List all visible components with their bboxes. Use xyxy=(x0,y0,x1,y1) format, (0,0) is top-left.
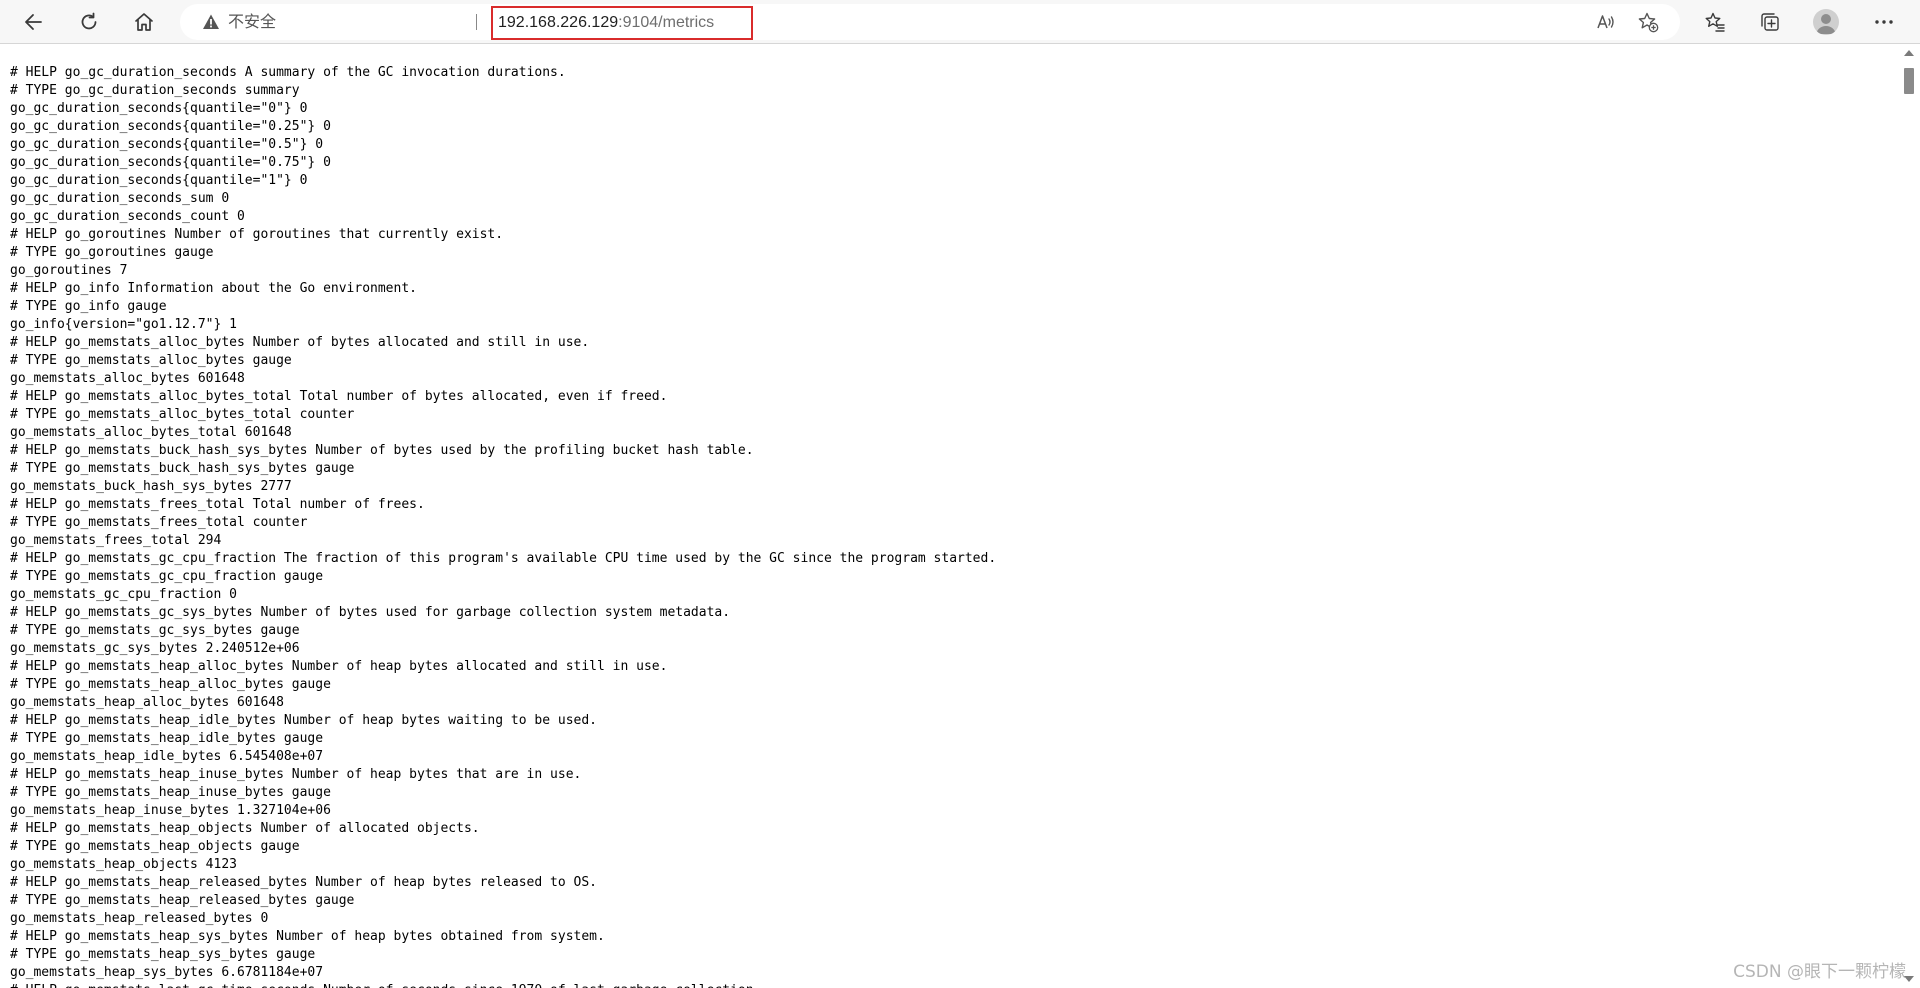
reload-button[interactable] xyxy=(71,4,107,40)
metric-value-line: go_goroutines 7 xyxy=(10,263,128,278)
metric-value-line: go_gc_duration_seconds{quantile="0.75"} … xyxy=(10,155,331,170)
metric-value-line: go_memstats_heap_alloc_bytes 601648 xyxy=(10,695,284,710)
security-status-label[interactable]: 不安全 xyxy=(228,13,276,31)
star-add-icon xyxy=(1638,12,1659,33)
collections-icon xyxy=(1761,13,1779,31)
metric-comment-line: # HELP go_gc_duration_seconds A summary … xyxy=(10,65,566,80)
metric-comment-line: # TYPE go_memstats_frees_total counter xyxy=(10,515,308,530)
metric-value-line: go_gc_duration_seconds_count 0 xyxy=(10,209,245,224)
metric-value-line: go_info{version="go1.12.7"} 1 xyxy=(10,317,237,332)
metric-value-line: go_memstats_heap_idle_bytes 6.545408e+07 xyxy=(10,749,324,764)
vertical-scrollbar[interactable] xyxy=(1898,44,1920,988)
metric-value-line: go_gc_duration_seconds_sum 0 xyxy=(10,191,230,206)
scroll-up-arrow-icon[interactable] xyxy=(1904,50,1914,56)
metric-value-line: go_memstats_frees_total 294 xyxy=(10,533,222,548)
browser-toolbar: 不安全 192.168.226.129:9104/metrics xyxy=(0,0,1920,44)
address-bar[interactable]: 不安全 192.168.226.129:9104/metrics xyxy=(180,4,1680,40)
url-highlight-box[interactable]: 192.168.226.129:9104/metrics xyxy=(491,6,753,40)
metric-comment-line: # HELP go_memstats_heap_idle_bytes Numbe… xyxy=(10,713,597,728)
favorites-button[interactable] xyxy=(1697,4,1733,40)
back-button[interactable] xyxy=(16,4,52,40)
metric-value-line: go_memstats_heap_sys_bytes 6.6781184e+07 xyxy=(10,965,324,980)
metric-comment-line: # TYPE go_memstats_heap_released_bytes g… xyxy=(10,893,355,908)
metric-comment-line: # TYPE go_memstats_heap_sys_bytes gauge xyxy=(10,947,316,962)
metric-comment-line: # TYPE go_goroutines gauge xyxy=(10,245,214,260)
metric-comment-line: # TYPE go_info gauge xyxy=(10,299,167,314)
metric-comment-line: # HELP go_memstats_gc_cpu_fraction The f… xyxy=(10,551,997,566)
metric-value-line: go_memstats_heap_released_bytes 0 xyxy=(10,911,269,926)
metric-value-line: go_gc_duration_seconds{quantile="1"} 0 xyxy=(10,173,308,188)
warning-triangle-icon[interactable] xyxy=(202,13,220,31)
metric-comment-line: # HELP go_memstats_heap_sys_bytes Number… xyxy=(10,929,605,944)
scrollbar-thumb[interactable] xyxy=(1904,68,1914,94)
metric-value-line: go_memstats_gc_sys_bytes 2.240512e+06 xyxy=(10,641,300,656)
metric-comment-line: # HELP go_memstats_last_gc_time_seconds … xyxy=(10,982,1898,988)
metric-value-line: go_memstats_heap_inuse_bytes 1.327104e+0… xyxy=(10,803,331,818)
metric-value-line: go_gc_duration_seconds{quantile="0.25"} … xyxy=(10,119,331,134)
read-aloud-icon xyxy=(1597,15,1614,29)
url-host[interactable]: 192.168.226.129 xyxy=(498,14,618,32)
metric-comment-line: # HELP go_memstats_heap_objects Number o… xyxy=(10,821,480,836)
metric-value-line: go_memstats_heap_objects 4123 xyxy=(10,857,237,872)
metric-comment-line: # TYPE go_memstats_alloc_bytes gauge xyxy=(10,353,292,368)
back-arrow-icon xyxy=(25,14,42,30)
metric-comment-line: # TYPE go_memstats_buck_hash_sys_bytes g… xyxy=(10,461,355,476)
metric-value-line: go_memstats_alloc_bytes_total 601648 xyxy=(10,425,292,440)
metric-comment-line: # TYPE go_memstats_heap_idle_bytes gauge xyxy=(10,731,324,746)
collections-button[interactable] xyxy=(1752,4,1788,40)
metric-comment-line: # HELP go_memstats_heap_released_bytes N… xyxy=(10,875,597,890)
metric-comment-line: # TYPE go_memstats_alloc_bytes_total cou… xyxy=(10,407,355,422)
url-path[interactable]: :9104/metrics xyxy=(618,14,714,32)
metric-comment-line: # HELP go_memstats_alloc_bytes Number of… xyxy=(10,335,590,350)
avatar-icon xyxy=(1816,14,1836,34)
metric-comment-line: # TYPE go_gc_duration_seconds summary xyxy=(10,83,300,98)
metric-comment-line: # HELP go_memstats_alloc_bytes_total Tot… xyxy=(10,389,668,404)
metric-value-line: go_gc_duration_seconds{quantile="0"} 0 xyxy=(10,101,308,116)
browser-window: 不安全 192.168.226.129:9104/metrics # HELP… xyxy=(0,0,1920,988)
metric-comment-line: # TYPE go_memstats_heap_alloc_bytes gaug… xyxy=(10,677,331,692)
more-dots-icon xyxy=(1875,20,1893,24)
metric-comment-line: # TYPE go_memstats_heap_inuse_bytes gaug… xyxy=(10,785,331,800)
home-icon xyxy=(135,13,153,31)
address-divider xyxy=(476,14,477,30)
reload-icon xyxy=(81,12,97,30)
metric-value-line: go_memstats_buck_hash_sys_bytes 2777 xyxy=(10,479,292,494)
home-button[interactable] xyxy=(126,4,162,40)
metric-comment-line: # TYPE go_memstats_gc_cpu_fraction gauge xyxy=(10,569,324,584)
watermark: CSDN @眼下一颗柠檬 xyxy=(1733,962,1906,982)
metric-comment-line: # HELP go_memstats_buck_hash_sys_bytes N… xyxy=(10,443,754,458)
metric-comment-line: # TYPE go_memstats_heap_objects gauge xyxy=(10,839,300,854)
metric-comment-line: # HELP go_goroutines Number of goroutine… xyxy=(10,227,504,242)
page-content: # HELP go_gc_duration_seconds A summary … xyxy=(0,44,1898,988)
metric-value-line: go_gc_duration_seconds{quantile="0.5"} 0 xyxy=(10,137,324,152)
metric-comment-line: # HELP go_memstats_frees_total Total num… xyxy=(10,497,425,512)
metric-comment-line: # HELP go_info Information about the Go … xyxy=(10,281,417,296)
metric-comment-line: # TYPE go_memstats_gc_sys_bytes gauge xyxy=(10,623,300,638)
metrics-text: # HELP go_gc_duration_seconds A summary … xyxy=(0,44,1898,988)
metric-comment-line: # HELP go_memstats_gc_sys_bytes Number o… xyxy=(10,605,731,620)
favorites-icon xyxy=(1705,12,1725,32)
more-menu-button[interactable] xyxy=(1866,4,1902,40)
metric-comment-line: # HELP go_memstats_heap_inuse_bytes Numb… xyxy=(10,767,582,782)
metric-comment-line: # HELP go_memstats_heap_alloc_bytes Numb… xyxy=(10,659,668,674)
add-favorite-button[interactable] xyxy=(1636,10,1660,34)
profile-button[interactable] xyxy=(1813,9,1839,35)
metric-value-line: go_memstats_gc_cpu_fraction 0 xyxy=(10,587,237,602)
metric-value-line: go_memstats_alloc_bytes 601648 xyxy=(10,371,245,386)
read-aloud-button[interactable] xyxy=(1594,10,1618,34)
